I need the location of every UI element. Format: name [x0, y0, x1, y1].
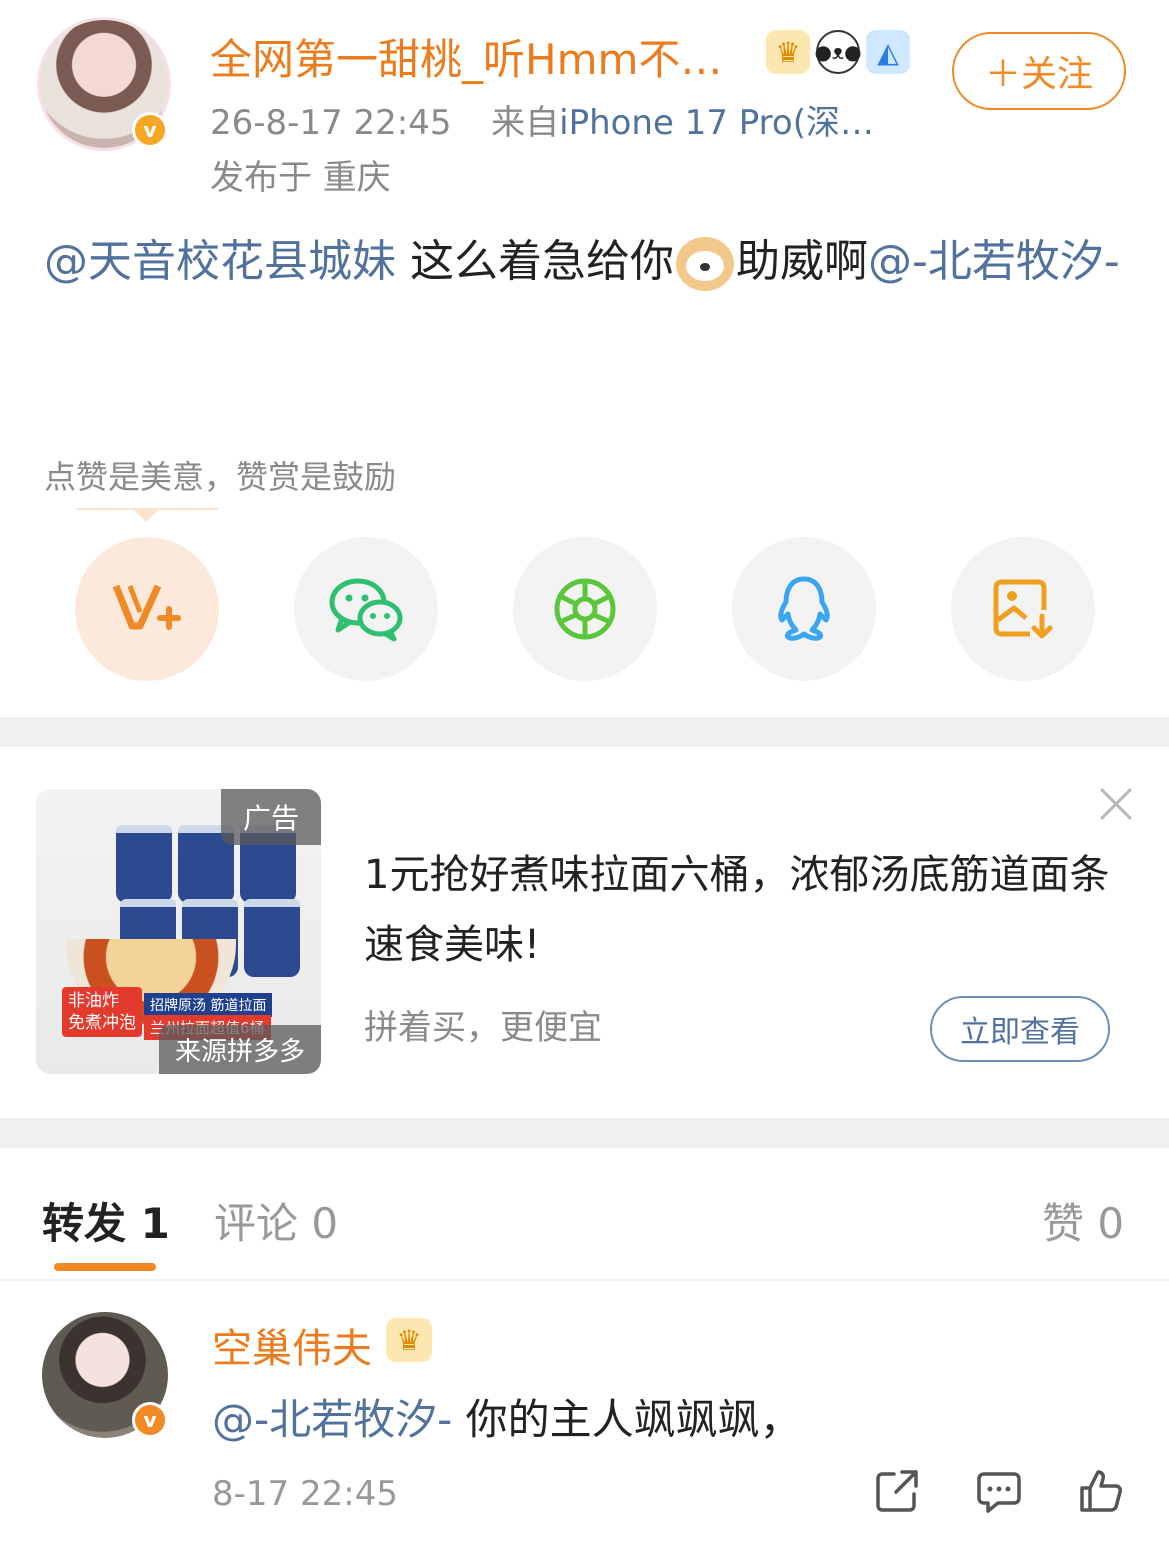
post-text-part: 这么着急给你: [396, 236, 674, 287]
ad-image-label: 非油炸 免煮冲泡: [62, 987, 142, 1037]
save-image-button[interactable]: [951, 537, 1095, 681]
share-qq-button[interactable]: [732, 537, 876, 681]
qq-icon: [778, 576, 830, 641]
noodle-cup: [244, 899, 300, 977]
active-tab-indicator: [54, 1263, 156, 1271]
wechat-icon: [329, 578, 403, 642]
like-icon[interactable]: [1078, 1468, 1124, 1514]
author-badges: ♛ ●ᴥ● ◭: [766, 30, 910, 74]
author-name[interactable]: 全网第一甜桃_听Hmm不…: [210, 26, 722, 87]
ad-image-label: 招牌原汤 筋道拉面: [144, 993, 273, 1017]
repost-author-name[interactable]: 空巢伟夫: [212, 1316, 372, 1374]
section-separator: [0, 717, 1169, 747]
section-separator: [0, 1118, 1169, 1148]
mention-link[interactable]: @-北若牧汐-: [868, 236, 1120, 287]
share-moments-button[interactable]: [513, 537, 657, 681]
tip-caret: [132, 508, 160, 522]
ad-source: 来源拼多多: [158, 1025, 321, 1074]
repost-time: 8-17 22:45: [212, 1474, 398, 1514]
share-wechat-button[interactable]: [294, 537, 438, 681]
tab-comment[interactable]: 评论 0: [214, 1190, 338, 1251]
post-location: 发布于 重庆: [210, 158, 391, 198]
ad-subtitle: 拼着买，更便宜: [364, 1008, 602, 1048]
close-icon[interactable]: [1096, 784, 1136, 824]
ad-tag: 广告: [220, 789, 321, 845]
moments-icon: [554, 578, 616, 640]
reward-tip: 点赞是美意，赞赏是鼓励: [44, 458, 397, 496]
ad-title[interactable]: 1元抢好煮味拉面六桶，浓郁汤底筋道面条速食美味!: [364, 840, 1124, 980]
noodle-cup: [116, 825, 172, 903]
verified-badge-icon: v: [132, 112, 168, 148]
ad-view-button[interactable]: 立即查看: [930, 996, 1110, 1062]
follow-button[interactable]: ＋关注: [952, 32, 1126, 110]
ad-image-label-line: 非油炸: [68, 991, 119, 1011]
repost-content: @-北若牧汐- 你的主人飒飒飒，: [212, 1386, 802, 1447]
post-content: @天音校花县城妹 这么着急给你 助威啊@-北若牧汐-: [44, 228, 1124, 296]
share-icon[interactable]: [874, 1468, 920, 1514]
post-text-part: 助威啊: [736, 236, 868, 287]
reward-v-plus-icon: [112, 584, 181, 630]
reward-button[interactable]: [75, 537, 219, 681]
ad-image-label-line: 免煮冲泡: [68, 1013, 136, 1033]
post-source-device[interactable]: iPhone 17 Pro(深…: [559, 103, 874, 143]
verified-badge-icon: v: [132, 1402, 168, 1438]
tab-repost[interactable]: 转发 1: [42, 1190, 170, 1251]
post-meta: 26-8-17 22:45 来自iPhone 17 Pro(深…: [210, 95, 874, 144]
repost-text: 你的主人飒飒飒，: [452, 1395, 802, 1444]
post-source-prefix: 来自: [491, 103, 560, 143]
crown-badge-icon: ♛: [766, 30, 810, 74]
dog-emoji-icon: [676, 237, 734, 291]
tab-like[interactable]: 赞 0: [1042, 1190, 1124, 1251]
save-image-icon: [993, 579, 1053, 639]
tab-divider: [0, 1279, 1169, 1281]
post-time: 26-8-17 22:45: [210, 103, 452, 143]
crown-badge-icon: ♛: [386, 1318, 432, 1362]
panda-badge-icon: ●ᴥ●: [814, 30, 862, 74]
comment-icon[interactable]: [976, 1468, 1022, 1514]
ad-image[interactable]: 非油炸 免煮冲泡 招牌原汤 筋道拉面 兰州拉面超值6桶 广告 来源拼多多: [36, 789, 321, 1074]
mention-link[interactable]: @天音校花县城妹: [44, 236, 396, 287]
shark-badge-icon: ◭: [866, 30, 910, 74]
mention-link[interactable]: @-北若牧汐-: [212, 1395, 452, 1444]
